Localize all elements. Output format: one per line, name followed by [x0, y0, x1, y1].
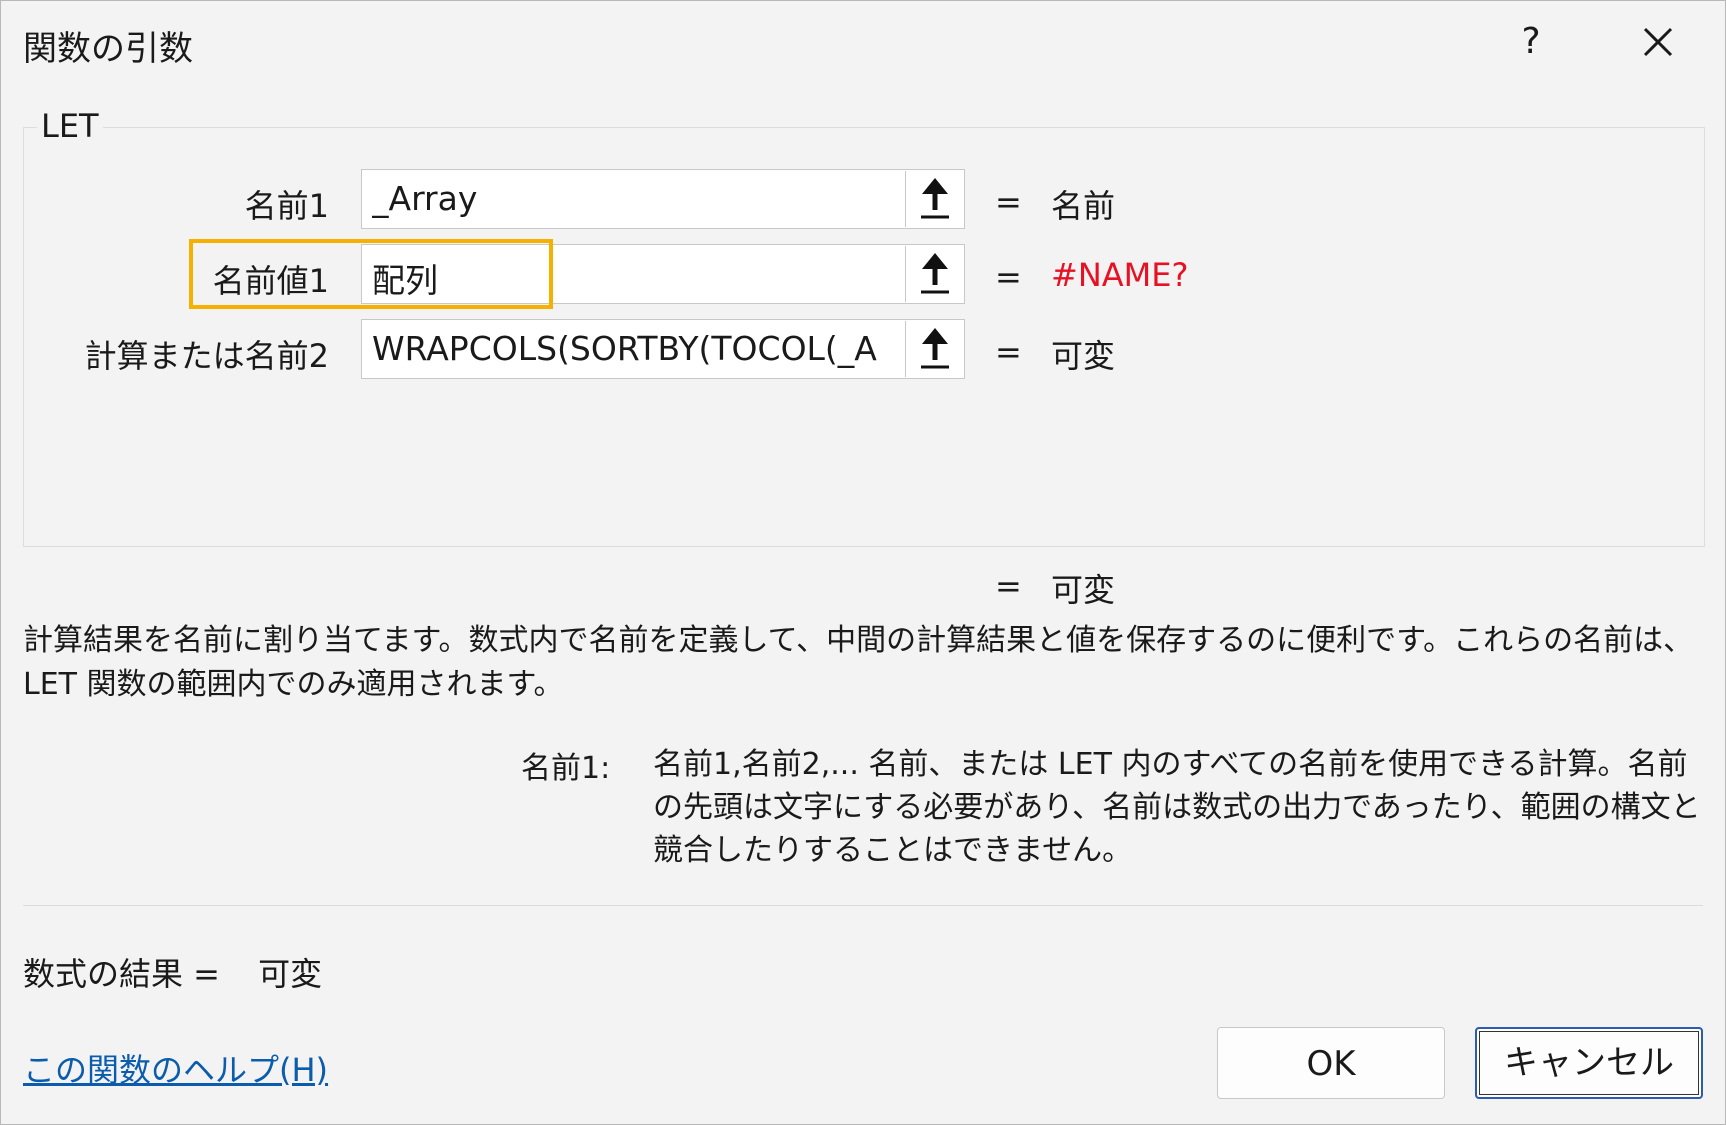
- close-icon: [1643, 27, 1673, 57]
- equals-sign: =: [995, 333, 1022, 371]
- arg-input-name1[interactable]: _Array: [361, 169, 965, 229]
- equals-sign: =: [995, 183, 1022, 221]
- up-arrow-icon: [920, 178, 949, 219]
- cancel-button[interactable]: キャンセル: [1475, 1027, 1703, 1099]
- function-arguments-dialog: 関数の引数 ? LET 名前1 _Array = 名前 名前値1 配列 = #N…: [0, 0, 1726, 1125]
- title-bar: 関数の引数 ?: [1, 1, 1725, 85]
- arg-label-name1: 名前1: [244, 187, 329, 225]
- arg-input-calc-or-name2[interactable]: WRAPCOLS(SORTBY(TOCOL(_A: [361, 319, 965, 379]
- help-link[interactable]: この関数のヘルプ(H): [23, 1045, 328, 1091]
- ok-button[interactable]: OK: [1217, 1027, 1445, 1099]
- arg-result-value1: #NAME?: [1051, 256, 1189, 294]
- up-arrow-icon: [920, 328, 949, 369]
- collapse-button-value1[interactable]: [905, 246, 963, 302]
- overall-result: 可変: [1051, 571, 1116, 609]
- formula-result: 数式の結果 = 可変: [23, 949, 322, 995]
- arg-description-text: 名前1,名前2,... 名前、または LET 内のすべての名前を使用できる計算。…: [653, 747, 1701, 868]
- arg-input-value1[interactable]: 配列: [361, 244, 965, 304]
- up-arrow-icon: [920, 253, 949, 294]
- equals-sign: =: [995, 567, 1022, 605]
- arg-label-calc-or-name2: 計算または名前2: [84, 337, 329, 375]
- function-description: 計算結果を名前に割り当てます。数式内で名前を定義して、中間の計算結果と値を保存す…: [23, 623, 1694, 702]
- arg-value-name1[interactable]: _Array: [372, 179, 892, 218]
- equals-sign: =: [995, 258, 1022, 296]
- divider: [23, 905, 1703, 906]
- function-name: LET: [37, 107, 103, 145]
- arg-value-value1[interactable]: 配列: [372, 254, 892, 302]
- formula-result-value: 可変: [258, 955, 323, 993]
- arg-value-calc-or-name2[interactable]: WRAPCOLS(SORTBY(TOCOL(_A: [372, 329, 892, 368]
- formula-result-label: 数式の結果 =: [23, 955, 220, 993]
- collapse-button-name1[interactable]: [905, 171, 963, 227]
- arg-result-calc-or-name2: 可変: [1051, 337, 1116, 375]
- arg-result-name1: 名前: [1051, 187, 1116, 225]
- arg-description-label: 名前1:: [521, 751, 611, 786]
- help-button[interactable]: ?: [1501, 17, 1561, 67]
- arg-label-value1: 名前値1: [212, 262, 329, 300]
- close-button[interactable]: [1631, 15, 1685, 69]
- dialog-title: 関数の引数: [23, 29, 193, 69]
- collapse-button-calc-or-name2[interactable]: [905, 321, 963, 377]
